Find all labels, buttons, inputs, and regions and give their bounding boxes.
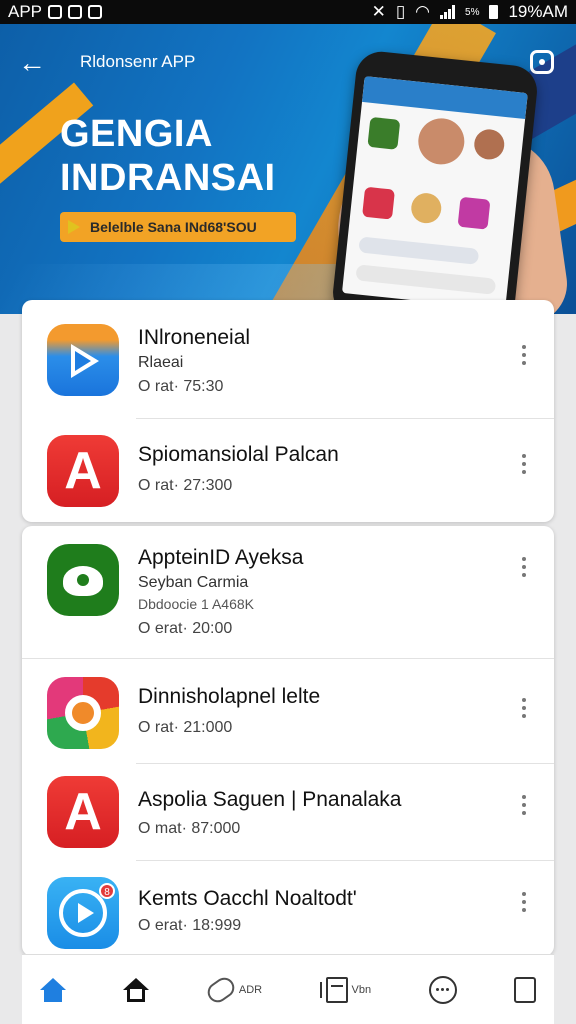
bottom-navigation: ADR Vbn [22,954,554,1024]
hero-cta-button[interactable]: Belelble Sana INd68'SOU [60,212,296,242]
list-item[interactable]: A Aspolia Saguen | Pnanalaka O mat· 87:0… [22,764,554,860]
app-name: Rldonsenr APP [80,52,196,71]
app-meta: O erat· 18:999 [138,917,242,934]
play-triangle-icon [47,324,119,396]
battery-percent: 5% [465,6,480,18]
phone-app-tile [367,116,401,150]
nav-edit-label: Vbn [351,983,372,996]
phone-search [355,264,497,295]
hero-title-line: GENGIA [60,113,213,155]
phone-controls [358,236,480,265]
signal-icon [440,5,456,19]
app-subtitle: Dbdoocie 1 A468K [138,596,254,612]
notification-icon [88,5,103,19]
more-options-icon[interactable] [512,552,536,582]
status-bar: APP ✕ ▯ ◠ 5% 19%AM [0,0,576,24]
nav-pages[interactable] [514,965,536,1015]
phone-screen [341,76,528,310]
letter-a-icon: A [47,776,119,848]
app-title: Spiomansiolal Palcan [138,443,339,466]
more-options-icon[interactable] [512,449,536,479]
multicolor-ring-icon [47,677,119,749]
nav-edit[interactable]: Vbn [319,965,372,1015]
list-item[interactable]: AppteinID Ayeksa Seyban Carmia Dbdoocie … [22,526,554,658]
edit-document-icon [325,976,348,1003]
app-meta: O rat· 21:000 [138,719,233,736]
green-blob-icon [47,544,119,616]
play-icon [68,220,80,234]
app-title: INlroneneial [138,326,251,349]
app-subtitle: Seyban Carmia [138,574,249,591]
more-options-icon[interactable] [512,693,536,723]
settings-icon[interactable] [530,50,554,74]
hero-title-line: INDRANSAI [60,157,276,199]
phone-screen-header [362,76,528,120]
list-item[interactable]: INlroneneial Rlaeai O rat· 75:30 [22,300,554,418]
hero-title: GENGIA INDRANSAI [60,112,276,200]
app-list-card: AppteinID Ayeksa Seyban Carmia Dbdoocie … [22,526,554,956]
list-item[interactable]: A Spiomansiolal Palcan O rat· 27:300 [22,419,554,522]
chat-icon [428,975,457,1004]
phone-app-tile [457,196,491,230]
nav-home[interactable] [40,965,66,1015]
phone-avatar [409,191,443,225]
app-list-card: INlroneneial Rlaeai O rat· 75:30 A Spiom… [22,300,554,522]
blue-play-circle-icon: 8 [47,877,119,949]
nav-attach[interactable]: ADR [203,965,263,1015]
app-subtitle: Rlaeai [138,354,184,371]
wifi-icon: ◠ [415,2,431,21]
list-item[interactable]: Dinnisholapnel lelte O rat· 21:000 [22,659,554,763]
home-icon [40,977,66,1002]
home-outline-icon [123,977,150,1002]
more-options-icon[interactable] [512,340,536,370]
hero-cta-label: Belelble Sana INd68'SOU [90,219,257,235]
nav-home-outline[interactable] [123,965,150,1015]
letter-a-icon: A [47,435,119,507]
app-meta: O erat· 20:00 [138,620,233,637]
notification-icon [48,5,63,19]
battery-icon [489,5,499,19]
app-meta: O rat· 27:300 [138,477,233,494]
icon-letter: A [64,783,102,841]
list-item[interactable]: 8 Kemts Oacchl Noaltodt' O erat· 18:999 [22,861,554,956]
mute-icon: ✕ [371,2,386,21]
nav-chat[interactable] [428,965,457,1015]
clock: 19%AM [508,2,568,21]
phone-avatar [472,127,506,161]
notification-icon [68,5,83,19]
hero-banner: ← Rldonsenr APP GENGIA INDRANSAI Belelbl… [0,24,576,314]
phone-mockup [330,49,540,314]
app-title: Aspolia Saguen | Pnanalaka [138,788,402,811]
status-app-label: APP [8,2,43,21]
more-options-icon[interactable] [512,790,536,820]
notification-badge: 8 [99,883,115,899]
pages-icon [514,976,536,1003]
more-options-icon[interactable] [512,887,536,917]
phone-app-tile [362,186,396,220]
vibrate-icon: ▯ [395,2,406,21]
separator-icon [319,981,322,998]
paperclip-icon [203,973,239,1006]
back-arrow-icon[interactable]: ← [18,48,52,82]
app-screen: APP ✕ ▯ ◠ 5% 19%AM ← Rldonsenr APP GENGI… [0,0,576,1024]
phone-avatar [416,116,467,167]
app-title: Kemts Oacchl Noaltodt' [138,887,357,910]
app-meta: O rat· 75:30 [138,378,224,395]
nav-attach-label: ADR [238,983,263,996]
app-title: AppteinID Ayeksa [138,546,304,569]
icon-letter: A [64,442,102,500]
app-title: Dinnisholapnel lelte [138,685,321,708]
app-meta: O mat· 87:000 [138,820,241,837]
